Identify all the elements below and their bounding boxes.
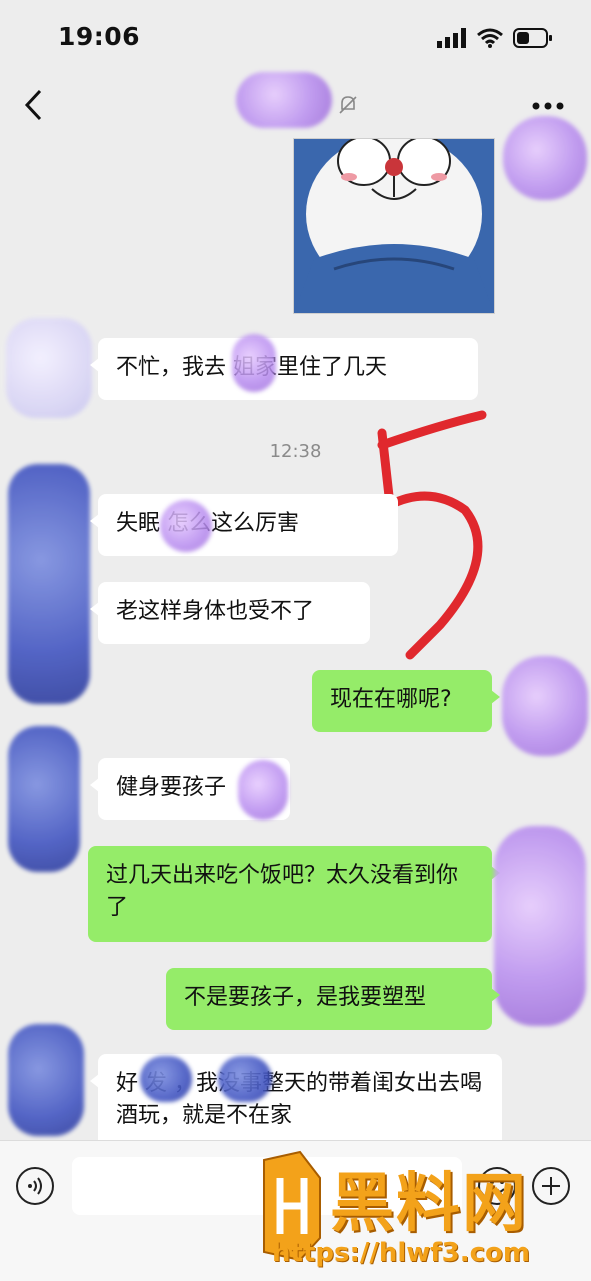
mute-icon — [339, 96, 357, 114]
message-text: 过几天出来吃个饭吧？太久没看到你了 — [106, 863, 459, 920]
avatar-self-3[interactable] — [494, 826, 586, 1026]
avatar-self-2[interactable] — [502, 656, 588, 756]
message-bubble-left[interactable]: 老这样身体也受不了 — [90, 582, 370, 644]
avatar-contact-2[interactable] — [8, 464, 90, 704]
watermark-name: 黑料网 — [330, 1167, 528, 1241]
redaction-blob — [232, 334, 276, 392]
message-bubble-left[interactable]: 失眠 怎么这么厉害 — [90, 494, 398, 556]
signal-icon — [437, 28, 466, 48]
redaction-blob — [238, 760, 288, 820]
message-bubble-right[interactable]: 不是要孩子，是我要塑型 — [166, 968, 500, 1030]
wifi-icon — [477, 28, 503, 48]
avatar-contact-1[interactable] — [6, 318, 92, 418]
message-bubble-right[interactable]: 现在在哪呢? — [312, 670, 500, 732]
back-icon[interactable] — [20, 88, 50, 122]
message-text: 老这样身体也受不了 — [116, 599, 315, 624]
message-text: 不是要孩子，是我要塑型 — [184, 985, 427, 1010]
voice-button[interactable] — [16, 1167, 54, 1205]
avatar-contact-3[interactable] — [8, 726, 80, 872]
message-bubble-left[interactable]: 不忙，我去 姐家里住了几天 — [90, 338, 478, 400]
redaction-blob — [140, 1056, 192, 1102]
message-text: 健身要孩子 — [116, 775, 227, 800]
redaction-blob — [218, 1056, 272, 1102]
message-bubble-right[interactable]: 过几天出来吃个饭吧？太久没看到你了 — [88, 846, 500, 942]
image-message[interactable] — [293, 138, 495, 314]
message-timestamp: 12:38 — [269, 441, 322, 462]
more-icon[interactable] — [531, 100, 565, 112]
avatar-self-1[interactable] — [503, 116, 587, 200]
sticker-image — [294, 139, 494, 313]
redaction-blob — [160, 500, 212, 552]
avatar-contact-4[interactable] — [8, 1024, 84, 1136]
message-text: 现在在哪呢? — [330, 687, 452, 712]
chat-header — [0, 72, 591, 134]
status-icons — [437, 28, 553, 48]
voice-icon — [28, 1177, 42, 1195]
status-time: 19:06 — [58, 22, 141, 51]
watermark-url: https://hlwf3.com — [272, 1238, 530, 1268]
status-bar: 19:06 — [0, 0, 591, 78]
battery-icon — [513, 28, 552, 48]
chat-title-redaction — [236, 72, 332, 128]
